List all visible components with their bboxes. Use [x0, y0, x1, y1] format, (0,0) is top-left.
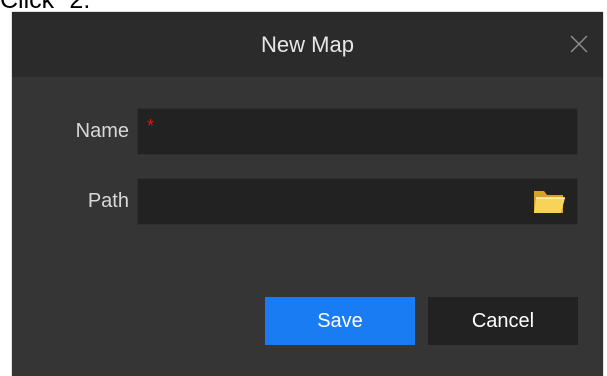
save-button[interactable]: Save [265, 297, 415, 345]
dialog-titlebar: New Map [12, 12, 603, 77]
path-input[interactable] [137, 178, 578, 225]
cancel-button[interactable]: Cancel [428, 297, 578, 345]
dialog-title: New Map [261, 32, 354, 57]
folder-icon[interactable] [532, 186, 566, 216]
required-marker: * [147, 116, 155, 136]
name-label: Name [75, 120, 129, 142]
path-label: Path [87, 190, 129, 212]
name-input[interactable] [137, 108, 578, 155]
new-map-dialog: New Map Name * Path Save Cancel [12, 12, 603, 376]
close-icon[interactable] [567, 32, 591, 56]
